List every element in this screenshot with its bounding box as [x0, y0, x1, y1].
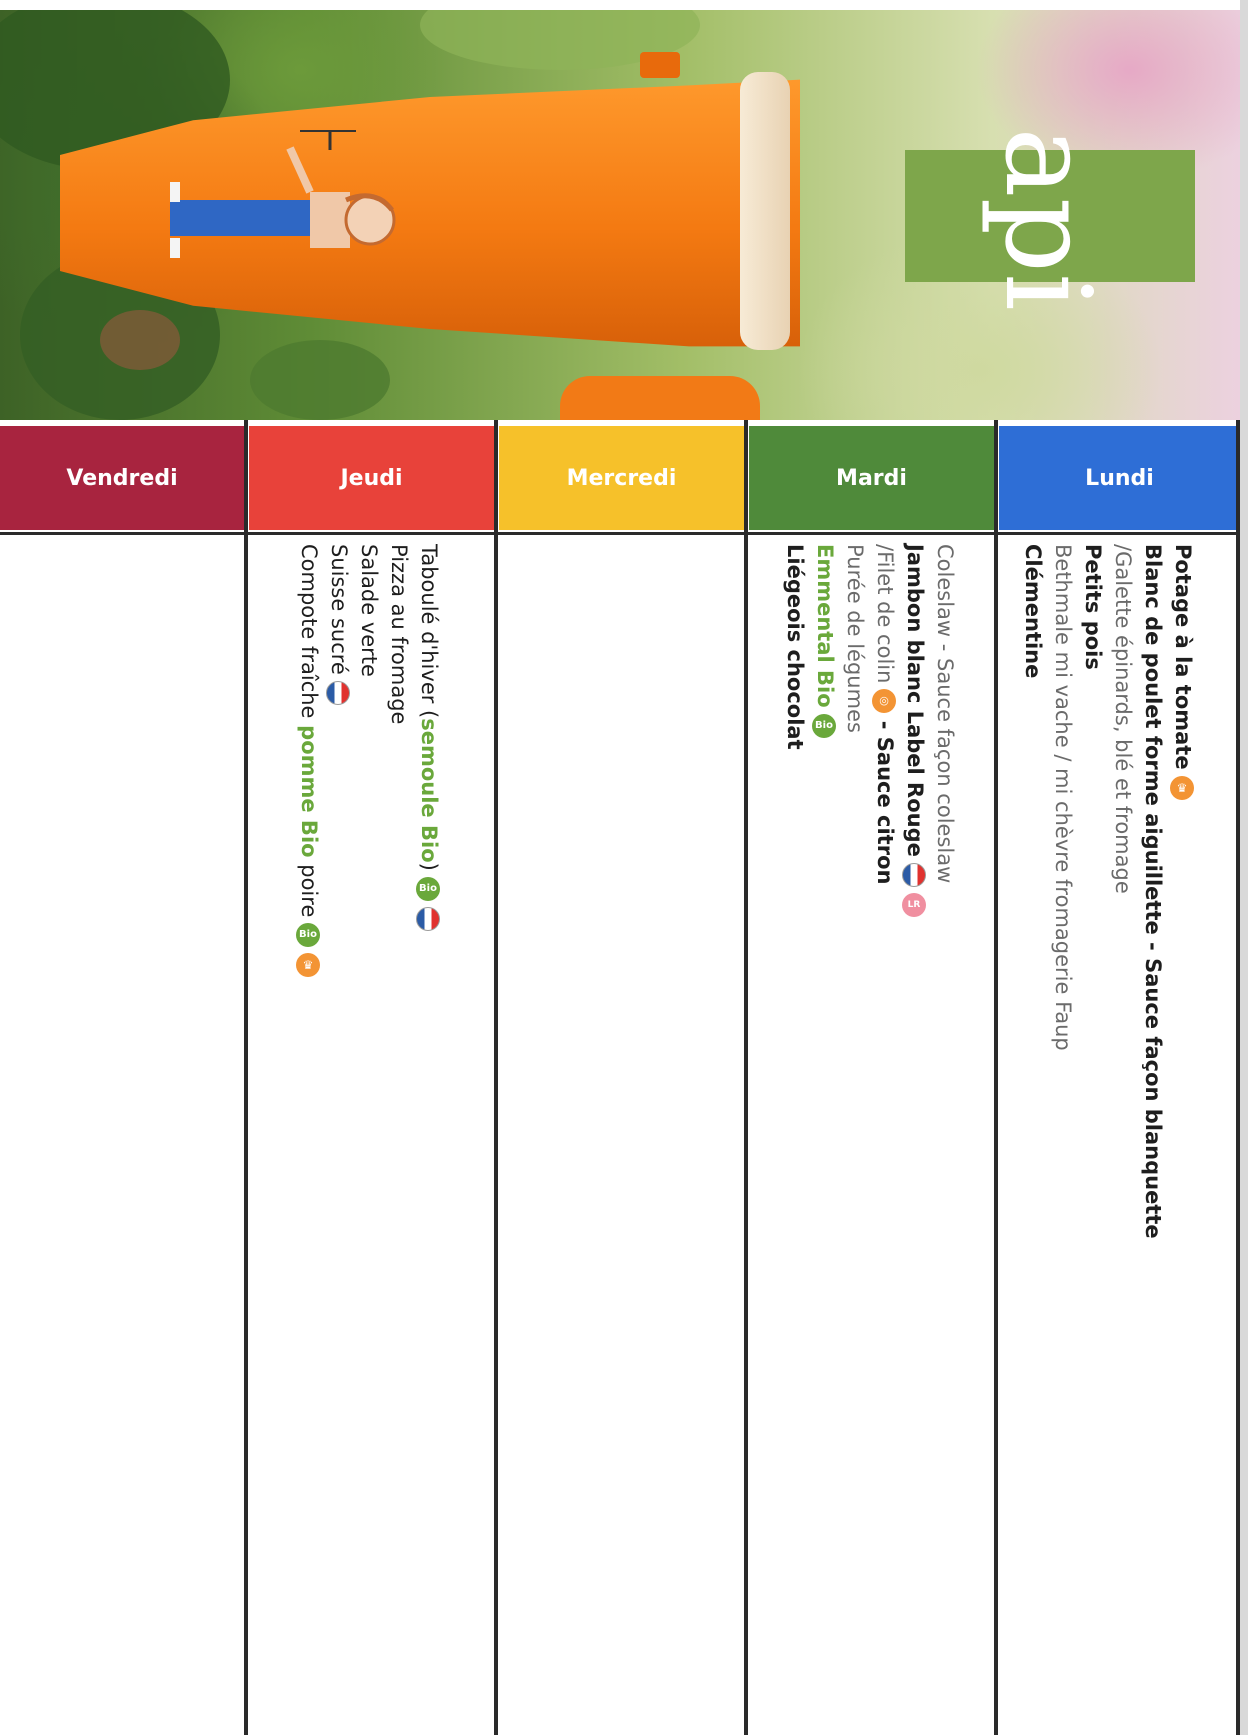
- menu-item: Suisse sucré: [324, 544, 354, 1724]
- header-photo: api: [0, 10, 1240, 420]
- menu-item: Pizza au fromage: [387, 544, 411, 725]
- column-divider: [1236, 420, 1240, 1735]
- api-logo-text: api: [979, 127, 1117, 311]
- menu-item: Potage à la tomate♛: [1168, 544, 1198, 1724]
- menu-item: /Galette épinards, blé et fromage: [1111, 544, 1135, 894]
- menu-mardi: Coleslaw - Sauce façon coleslaw Jambon b…: [740, 544, 960, 1724]
- day-header-lundi: Lundi: [999, 426, 1240, 530]
- second-flower-pot: [560, 376, 760, 420]
- menu-item: Petits pois: [1081, 544, 1105, 670]
- api-logo: api: [905, 127, 1195, 311]
- french-flag-icon: [902, 862, 926, 887]
- day-header-mardi: Mardi: [749, 426, 994, 530]
- menu-jeudi: Taboulé d'hiver (semoule Bio)Bio Pizza a…: [224, 544, 444, 1724]
- bio-badge-icon: Bio: [812, 713, 836, 738]
- flower-pot-rim: [740, 72, 790, 350]
- day-label-mercredi: Mercredi: [566, 465, 677, 491]
- french-flag-icon: [416, 906, 440, 931]
- menu-item: Blanc de poulet forme aiguillette - Sauc…: [1141, 544, 1165, 1239]
- menu-item: Jambon blanc Label RougeLR: [900, 544, 930, 1724]
- day-header-mercredi: Mercredi: [499, 426, 744, 530]
- menu-item: Coleslaw - Sauce façon coleslaw: [933, 544, 957, 884]
- header-divider: [0, 532, 1240, 535]
- menu-item: /Filet de colin◎ - Sauce citron: [872, 544, 897, 885]
- menu-item: Purée de légumes: [843, 544, 867, 733]
- gardener-illustration: [170, 130, 396, 258]
- day-label-vendredi: Vendredi: [66, 465, 178, 491]
- french-flag-icon: [326, 680, 350, 705]
- menu-item: Emmental BioBio: [810, 544, 840, 1724]
- day-label-jeudi: Jeudi: [340, 465, 403, 491]
- bio-badge-icon: Bio: [296, 923, 320, 948]
- menu-item: Bethmale mi vache / mi chèvre fromagerie…: [1051, 544, 1075, 1051]
- chef-hat-icon: ♛: [1170, 775, 1194, 800]
- menu-item: Salade verte: [357, 544, 381, 677]
- day-header-vendredi: Vendredi: [0, 426, 244, 530]
- menu-item: Clémentine: [1021, 544, 1045, 679]
- bio-badge-icon: Bio: [416, 876, 440, 901]
- menu-lundi: Potage à la tomate♛ Blanc de poulet form…: [978, 544, 1198, 1724]
- day-label-lundi: Lundi: [1085, 465, 1154, 491]
- chef-hat-icon: ♛: [296, 953, 320, 978]
- day-label-mardi: Mardi: [836, 465, 907, 491]
- scan-edge-right: [1240, 0, 1248, 1735]
- menu-item: Liégeois chocolat: [783, 544, 807, 750]
- pot-handle: [640, 52, 680, 78]
- label-rouge-icon: LR: [902, 892, 926, 917]
- sustainable-fishing-icon: ◎: [872, 689, 896, 714]
- day-header-jeudi: Jeudi: [249, 426, 494, 530]
- menu-item: Compote fraîche pomme Bio poireBio♛: [294, 544, 324, 1724]
- menu-item: Taboulé d'hiver (semoule Bio)Bio: [414, 544, 444, 1724]
- column-divider: [494, 420, 498, 1735]
